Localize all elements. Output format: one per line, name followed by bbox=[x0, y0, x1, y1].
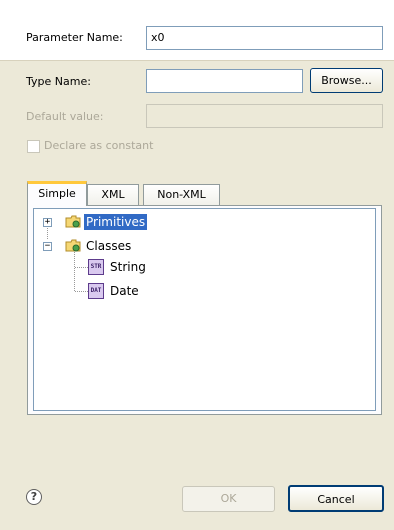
tree-node-classes[interactable]: − Classes bbox=[40, 238, 180, 254]
tree-node-label: Date bbox=[110, 284, 139, 298]
tab-xml[interactable]: XML bbox=[87, 184, 139, 206]
tree-node-label: String bbox=[110, 260, 146, 274]
declare-constant-label: Declare as constant bbox=[44, 139, 154, 152]
cancel-button[interactable]: Cancel bbox=[288, 485, 384, 512]
string-type-icon: STR bbox=[88, 259, 104, 275]
date-type-icon: DAT bbox=[88, 283, 104, 299]
parameter-name-label: Parameter Name: bbox=[26, 31, 123, 44]
expand-icon[interactable]: + bbox=[43, 218, 52, 227]
declare-constant-checkbox[interactable] bbox=[27, 140, 40, 153]
tree-node-string[interactable]: STR String bbox=[88, 259, 188, 275]
tree-connector bbox=[74, 250, 75, 291]
tree-node-label: Primitives bbox=[84, 214, 148, 230]
tree-connector bbox=[75, 291, 88, 292]
type-name-label: Type Name: bbox=[26, 75, 91, 88]
parameter-name-input[interactable]: x0 bbox=[146, 26, 383, 50]
type-name-input[interactable] bbox=[146, 69, 303, 93]
tab-non-xml[interactable]: Non-XML bbox=[143, 184, 220, 206]
tree-connector bbox=[75, 267, 88, 268]
tree-node-label: Classes bbox=[86, 239, 132, 253]
browse-button[interactable]: Browse... bbox=[310, 68, 383, 93]
package-folder-icon bbox=[65, 239, 81, 252]
tree-node-date[interactable]: DAT Date bbox=[88, 283, 188, 299]
help-icon[interactable]: ? bbox=[26, 489, 42, 505]
collapse-icon[interactable]: − bbox=[43, 242, 52, 251]
tab-simple[interactable]: Simple bbox=[27, 181, 87, 206]
tree-node-primitives[interactable]: + Primitives bbox=[40, 214, 180, 230]
package-folder-icon bbox=[65, 215, 81, 228]
default-value-label: Default value: bbox=[26, 110, 104, 123]
default-value-input[interactable] bbox=[146, 104, 383, 128]
ok-button[interactable]: OK bbox=[182, 486, 275, 512]
